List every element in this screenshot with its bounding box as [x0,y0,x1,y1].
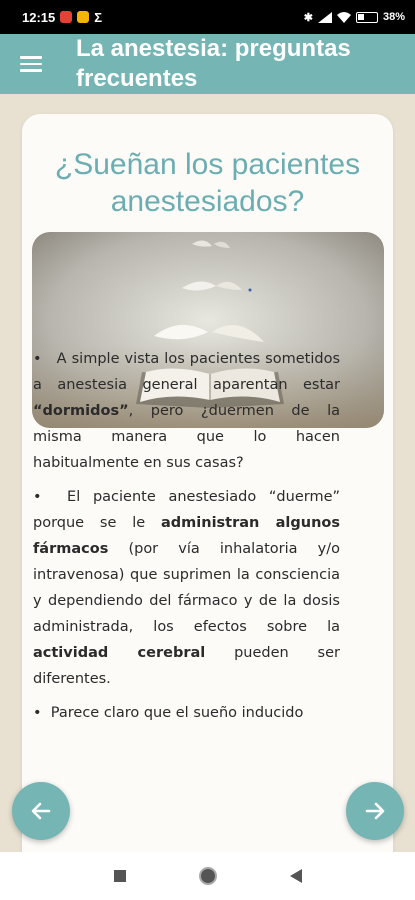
gmail-notification-icon [60,11,73,23]
bullet: • [33,705,42,721]
signal-icon [317,11,332,23]
sigma-notification-icon: Σ [94,9,103,25]
next-arrow-icon [365,802,385,820]
hamburger-icon[interactable] [20,56,42,72]
article-text: • A simple vista los pacientes sometidos… [33,346,340,734]
square-recents-icon[interactable] [113,869,127,883]
question-title: ¿Sueñan los pacientes anestesiados? [54,148,361,218]
triangle-back-icon[interactable] [289,868,303,884]
paragraph-2-bold2: actividad cerebral [33,645,206,661]
paragraph-1-bold: “dormidos” [33,403,129,419]
previous-button[interactable] [12,782,70,840]
battery-level: 38% [382,11,405,23]
wifi-icon [336,11,351,23]
app-title: La anestesia: preguntas frecuentes [76,34,351,94]
app-title-line1: La anestesia: preguntas [76,35,351,62]
status-right: ✱ 38% [304,11,405,24]
battery-icon [355,11,378,23]
paragraph-2: • El paciente anestesiado “duerme” porqu… [33,484,340,692]
bullet: • [33,489,42,505]
status-bar: 12:15 Σ ✱ 38% [0,0,415,34]
bullet: • [33,351,42,367]
bluetooth-icon: ✱ [303,11,313,24]
paragraph-3: • Parece claro que el sueño inducido [33,700,340,726]
status-time: 12:15 [22,9,56,25]
paragraph-3-pre: Parece claro que el sueño inducido [50,705,304,721]
previous-arrow-icon [31,802,51,820]
paragraph-1: • A simple vista los pacientes sometidos… [33,346,340,476]
next-button[interactable] [346,782,404,840]
paragraph-1-pre: A simple vista los pacientes sometidos a… [33,351,340,393]
app-title-line2: frecuentes [76,65,198,92]
system-nav-bar [0,852,415,900]
circle-home-icon[interactable] [197,865,219,887]
status-left: 12:15 Σ [22,10,102,25]
app-bar: La anestesia: preguntas frecuentes [0,34,415,94]
photos-notification-icon [77,11,90,23]
